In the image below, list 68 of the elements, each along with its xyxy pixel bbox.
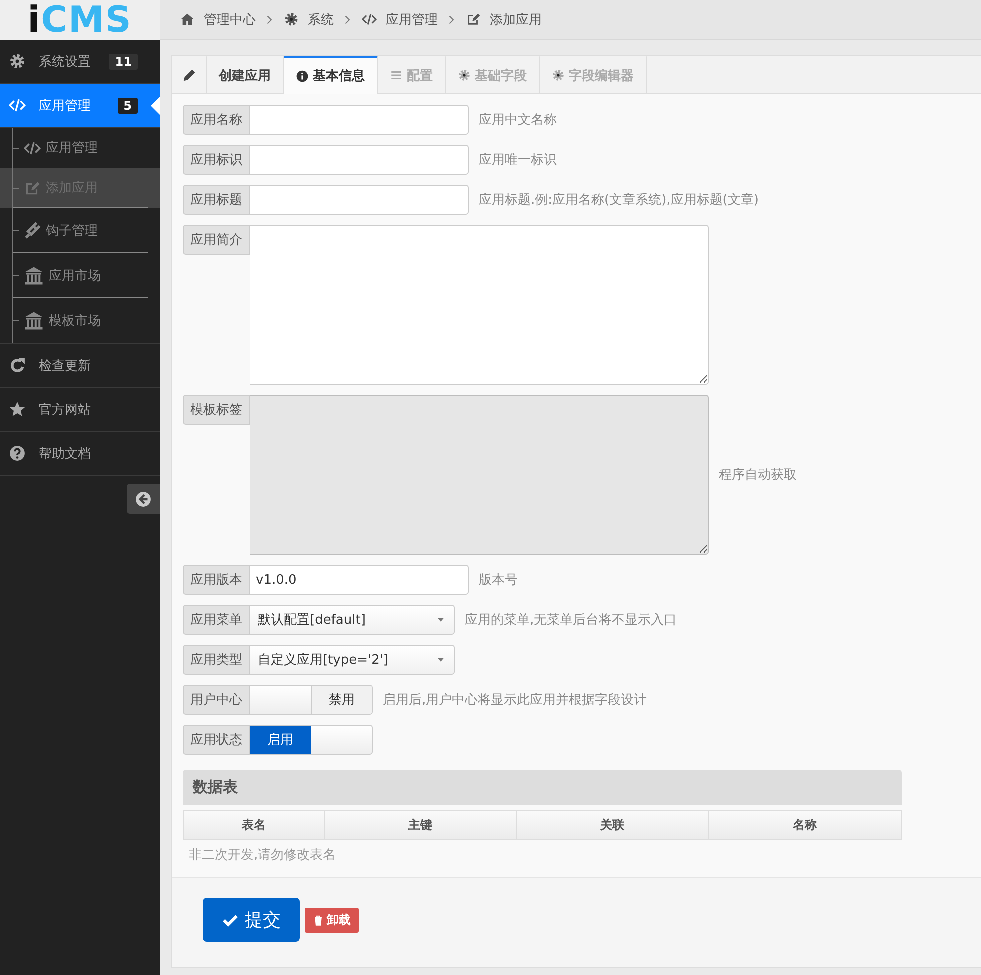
count-badge: 11 <box>109 54 138 70</box>
trash-icon <box>313 915 324 926</box>
edit-icon <box>24 180 41 196</box>
input-field[interactable]: v1.0.0 <box>250 565 469 595</box>
column-header: 主键 <box>324 810 516 840</box>
code-icon <box>24 140 41 156</box>
home-icon <box>180 12 195 27</box>
input-field[interactable] <box>250 105 469 135</box>
gear-icon <box>552 69 565 82</box>
section-header: 数据表 <box>183 770 902 805</box>
field-label: 应用菜单 <box>183 605 250 635</box>
input-field[interactable] <box>250 185 469 215</box>
logo: iCMS <box>0 0 160 40</box>
info-icon <box>296 70 309 82</box>
refresh-icon <box>9 357 26 374</box>
submit-button[interactable]: 提交 <box>203 898 300 942</box>
gear-icon <box>458 69 471 82</box>
star-icon <box>9 401 26 418</box>
breadcrumb-link[interactable]: 应用管理 <box>362 10 438 28</box>
arrow-left-icon <box>135 490 152 508</box>
bank-icon <box>24 310 44 330</box>
column-header: 名称 <box>708 810 902 840</box>
field-label: 应用类型 <box>183 645 250 675</box>
field-label: 应用状态 <box>183 725 250 755</box>
field-label: 应用版本 <box>183 565 250 595</box>
field-label: 应用简介 <box>183 225 250 255</box>
help-text: 版本号 <box>479 572 518 589</box>
column-header: 关联 <box>516 810 709 840</box>
field-label: 应用名称 <box>183 105 250 135</box>
toggle-switch[interactable]: 禁用 <box>250 685 373 715</box>
bank-icon <box>24 266 44 286</box>
list-icon <box>390 69 403 82</box>
code-icon <box>9 97 26 114</box>
edit-icon <box>466 12 481 27</box>
field-label: 应用标题 <box>183 185 250 215</box>
field-label: 应用标识 <box>183 145 250 175</box>
column-header: 表名 <box>184 810 325 840</box>
input-field[interactable] <box>250 145 469 175</box>
gear-icon <box>9 53 26 70</box>
code-icon <box>362 12 377 27</box>
breadcrumb-link[interactable]: 系统 <box>284 10 334 28</box>
help-icon <box>9 445 26 462</box>
breadcrumb-link[interactable]: 管理中心 <box>180 10 256 28</box>
help-text: 应用标题.例:应用名称(文章系统),应用标题(文章) <box>479 192 759 209</box>
help-text: 应用的菜单,无菜单后台将不显示入口 <box>465 612 678 629</box>
help-text: 应用唯一标识 <box>479 152 557 169</box>
sidebar-item[interactable]: 官方网站 <box>0 388 160 432</box>
sidebar-item[interactable]: 应用管理 5 <box>0 84 160 128</box>
dropdown[interactable]: 自定义应用[type='2'] <box>250 645 455 675</box>
gear-icon <box>284 12 299 27</box>
sidebar-item[interactable]: 帮助文档 <box>0 432 160 476</box>
dropdown[interactable]: 默认配置[default] <box>250 605 455 635</box>
help-text: 程序自动获取 <box>719 467 797 484</box>
uninstall-button[interactable]: 卸载 <box>305 908 359 933</box>
text-area[interactable] <box>250 225 709 385</box>
field-label: 模板标签 <box>183 395 250 425</box>
count-badge: 5 <box>118 98 138 114</box>
breadcrumb-link[interactable]: 添加应用 <box>466 10 542 28</box>
toggle-switch[interactable]: 启用 <box>250 725 373 755</box>
help-text: 应用中文名称 <box>479 112 557 129</box>
tab[interactable]: 基本信息 <box>284 56 378 94</box>
note-text: 非二次开发,请勿修改表名 <box>189 847 338 864</box>
field-label: 用户中心 <box>183 685 250 715</box>
sidebar-item[interactable]: 检查更新 <box>0 344 160 388</box>
plug-icon <box>24 222 41 239</box>
pencil-icon <box>182 68 196 83</box>
help-text: 启用后,用户中心将显示此应用并根据字段设计 <box>383 692 648 709</box>
collapse-button[interactable] <box>127 484 160 514</box>
